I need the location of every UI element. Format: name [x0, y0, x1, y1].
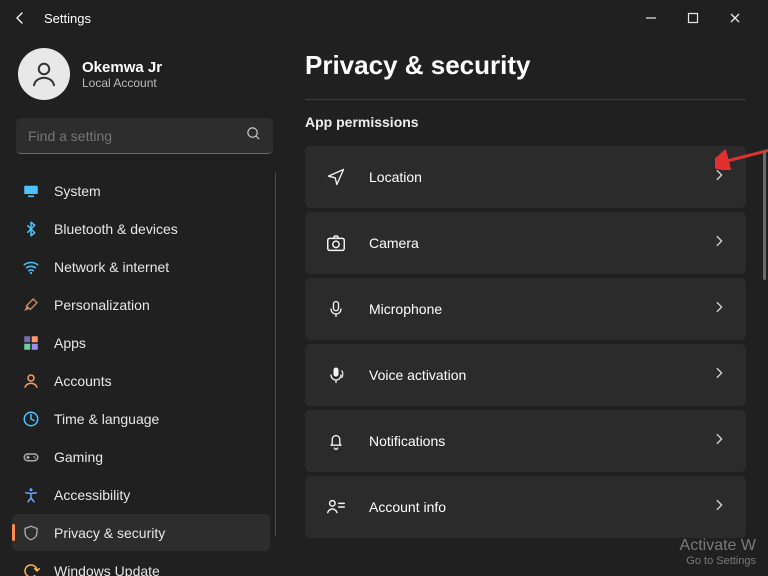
permissions-list: Location Camera Microphone Voice activation…: [305, 146, 746, 538]
sidebar-item-label: Accounts: [54, 373, 112, 389]
minimize-button[interactable]: [640, 7, 662, 29]
account-info-icon: [325, 496, 347, 518]
voice-icon: [325, 364, 347, 386]
monitor-icon: [22, 182, 40, 200]
back-button[interactable]: [8, 6, 32, 30]
sidebar-item-label: Network & internet: [54, 259, 169, 275]
permission-label: Camera: [369, 235, 690, 251]
permission-label: Location: [369, 169, 690, 185]
sidebar-item-label: Bluetooth & devices: [54, 221, 178, 237]
titlebar: Settings: [0, 0, 768, 36]
search-input[interactable]: [28, 128, 246, 144]
person-icon: [22, 372, 40, 390]
sidebar-item-label: Windows Update: [54, 563, 160, 576]
sidebar-item-network-internet[interactable]: Network & internet: [12, 248, 270, 285]
profile-block[interactable]: Okemwa Jr Local Account: [12, 44, 277, 118]
chevron-right-icon: [712, 300, 726, 319]
sidebar-item-apps[interactable]: Apps: [12, 324, 270, 361]
sidebar-item-label: Personalization: [54, 297, 150, 313]
permission-label: Voice activation: [369, 367, 690, 383]
avatar: [18, 48, 70, 100]
sidebar-item-label: Apps: [54, 335, 86, 351]
clock-globe-icon: [22, 410, 40, 428]
microphone-icon: [325, 298, 347, 320]
sidebar-nav: System Bluetooth & devices Network & inter…: [12, 172, 277, 576]
maximize-button[interactable]: [682, 7, 704, 29]
location-icon: [325, 166, 347, 188]
permission-item-location[interactable]: Location: [305, 146, 746, 208]
sidebar-item-label: System: [54, 183, 101, 199]
main-panel: Privacy & security App permissions Locat…: [285, 36, 768, 576]
divider: [305, 99, 746, 100]
sidebar: Okemwa Jr Local Account System Bluetooth …: [0, 36, 285, 576]
permission-item-voice-activation[interactable]: Voice activation: [305, 344, 746, 406]
sidebar-item-windows-update[interactable]: Windows Update: [12, 552, 270, 576]
search-box[interactable]: [16, 118, 273, 154]
main-scrollbar[interactable]: [763, 150, 766, 280]
update-icon: [22, 562, 40, 576]
permission-item-notifications[interactable]: Notifications: [305, 410, 746, 472]
gamepad-icon: [22, 448, 40, 466]
search-icon: [246, 126, 261, 146]
sidebar-item-gaming[interactable]: Gaming: [12, 438, 270, 475]
sidebar-item-time-language[interactable]: Time & language: [12, 400, 270, 437]
chevron-right-icon: [712, 168, 726, 187]
window-controls: [640, 7, 760, 29]
sidebar-item-label: Time & language: [54, 411, 159, 427]
sidebar-scrollbar[interactable]: [275, 172, 276, 536]
sidebar-item-label: Gaming: [54, 449, 103, 465]
sidebar-item-label: Accessibility: [54, 487, 130, 503]
camera-icon: [325, 232, 347, 254]
apps-icon: [22, 334, 40, 352]
permission-item-camera[interactable]: Camera: [305, 212, 746, 274]
permission-item-account-info[interactable]: Account info: [305, 476, 746, 538]
sidebar-item-accessibility[interactable]: Accessibility: [12, 476, 270, 513]
chevron-right-icon: [712, 432, 726, 451]
sidebar-item-bluetooth-devices[interactable]: Bluetooth & devices: [12, 210, 270, 247]
permission-label: Microphone: [369, 301, 690, 317]
activate-watermark: Activate W Go to Settings: [680, 536, 756, 568]
chevron-right-icon: [712, 366, 726, 385]
permission-item-microphone[interactable]: Microphone: [305, 278, 746, 340]
window-title: Settings: [44, 11, 91, 26]
sidebar-item-personalization[interactable]: Personalization: [12, 286, 270, 323]
page-title: Privacy & security: [305, 50, 746, 81]
sidebar-item-privacy-security[interactable]: Privacy & security: [12, 514, 270, 551]
chevron-right-icon: [712, 498, 726, 517]
sidebar-item-label: Privacy & security: [54, 525, 165, 541]
shield-icon: [22, 524, 40, 542]
permission-label: Account info: [369, 499, 690, 515]
bell-icon: [325, 430, 347, 452]
profile-subtitle: Local Account: [82, 76, 162, 90]
brush-icon: [22, 296, 40, 314]
bluetooth-icon: [22, 220, 40, 238]
chevron-right-icon: [712, 234, 726, 253]
permission-label: Notifications: [369, 433, 690, 449]
close-button[interactable]: [724, 7, 746, 29]
section-label: App permissions: [305, 114, 419, 130]
profile-name: Okemwa Jr: [82, 59, 162, 76]
sidebar-item-system[interactable]: System: [12, 172, 270, 209]
sidebar-item-accounts[interactable]: Accounts: [12, 362, 270, 399]
accessibility-icon: [22, 486, 40, 504]
wifi-icon: [22, 258, 40, 276]
